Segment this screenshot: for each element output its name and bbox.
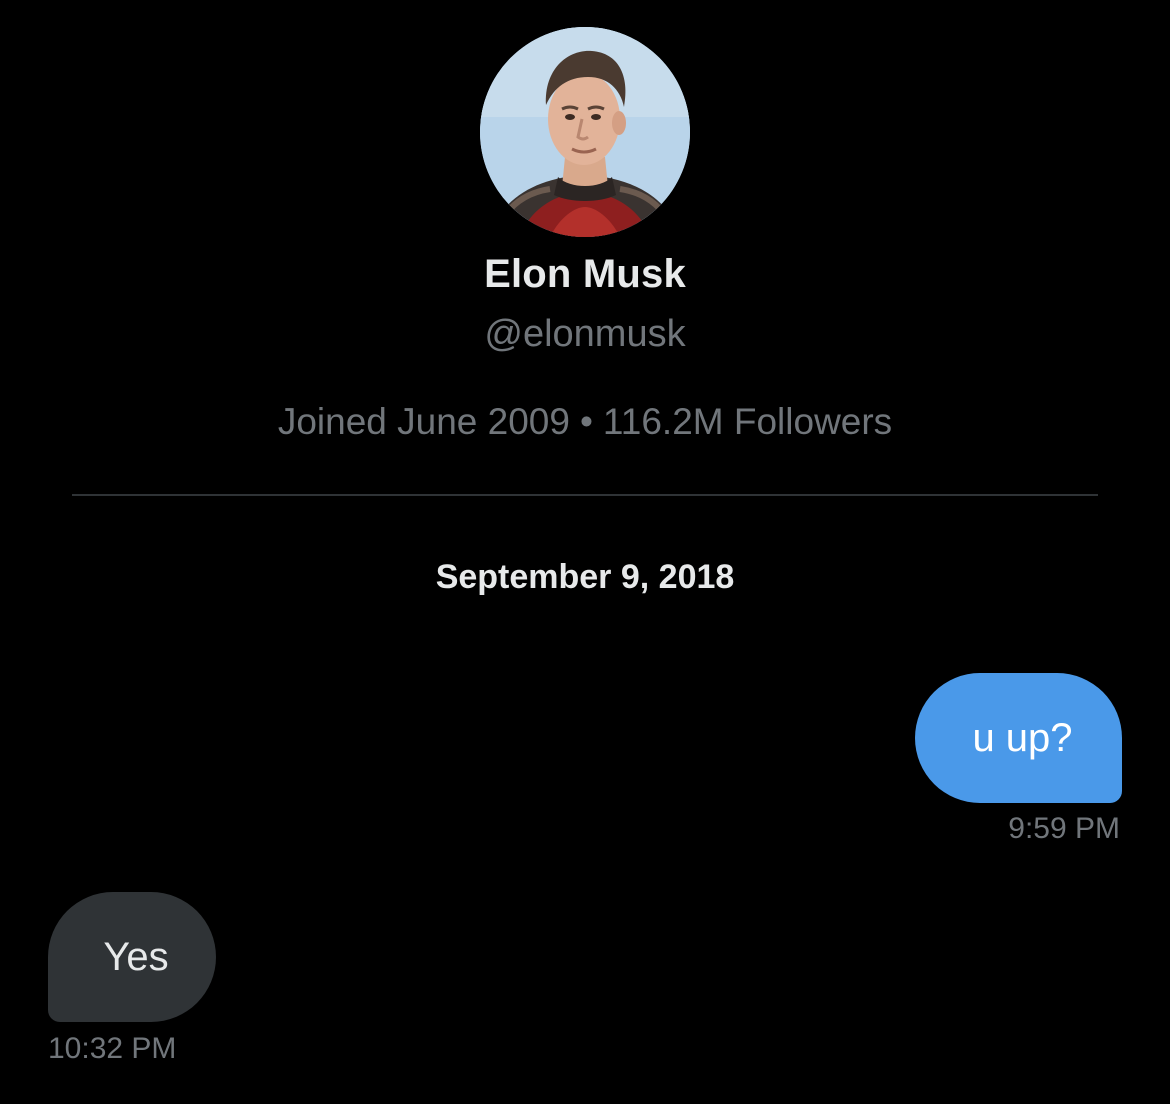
separator-dot: • [579, 401, 593, 442]
followers-count[interactable]: 116.2M Followers [603, 401, 892, 442]
avatar[interactable] [480, 27, 690, 237]
profile-photo-icon [480, 27, 690, 237]
conversation-date: September 9, 2018 [435, 558, 735, 596]
received-message-time: 10:32 PM [48, 1032, 177, 1065]
user-handle[interactable]: @elonmusk [0, 311, 1170, 357]
divider [72, 494, 1098, 496]
received-message-bubble[interactable]: Yes [48, 892, 216, 1022]
display-name[interactable]: Elon Musk [0, 250, 1170, 298]
sent-message-bubble[interactable]: u up? [915, 673, 1122, 803]
sent-message-time: 9:59 PM [1008, 812, 1120, 845]
joined-date: Joined June 2009 [277, 401, 570, 442]
profile-meta: Joined June 2009 • 116.2M Followers [0, 399, 1170, 445]
